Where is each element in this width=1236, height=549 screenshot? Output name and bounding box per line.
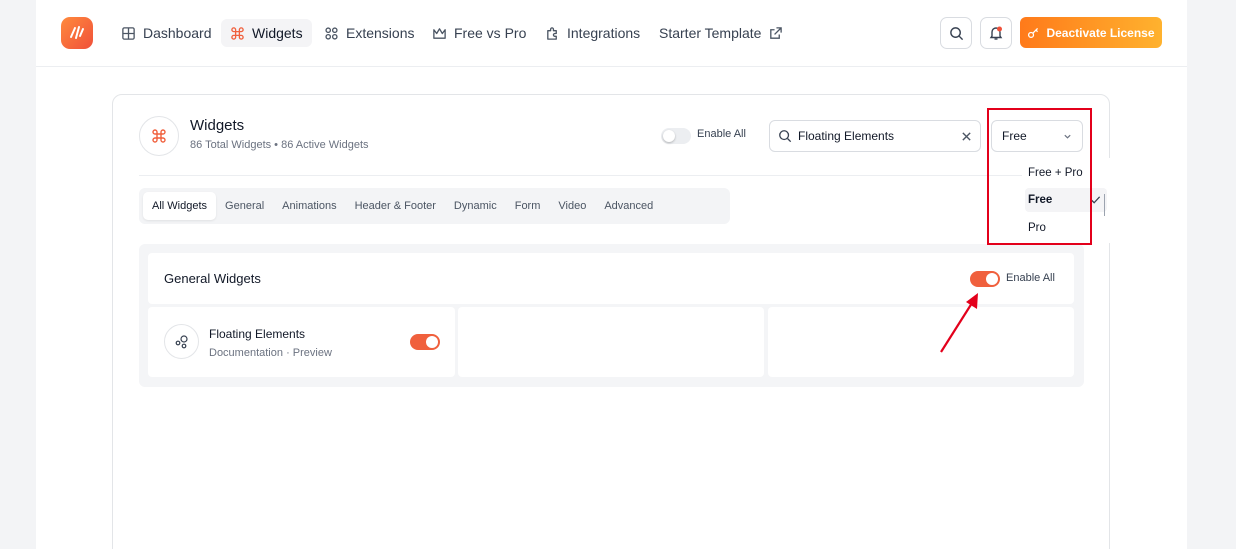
annotation-arrow-icon: [940, 293, 978, 353]
annotation-arrow-layer: [940, 293, 978, 353]
